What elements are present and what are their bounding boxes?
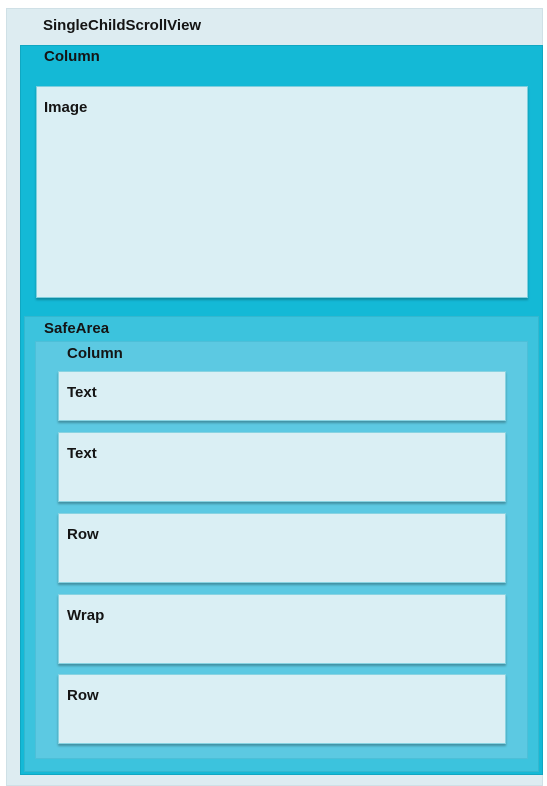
child-widget-label: Row [67,526,99,543]
child-widget-box [58,513,506,583]
single-child-scroll-view-label: SingleChildScrollView [43,17,202,34]
child-widget-box [58,674,506,744]
child-widget-box [58,594,506,664]
child-widget-box [58,371,506,421]
outer-column-label: Column [44,48,100,65]
child-widget-box [58,432,506,502]
child-widget-label: Row [67,687,99,704]
child-widget-label: Text [67,445,97,462]
image-box [36,86,528,298]
safe-area-label: SafeArea [44,320,110,337]
inner-column-label: Column [67,345,123,362]
child-widget-label: Wrap [67,607,105,624]
child-widget-label: Text [67,384,97,401]
image-label: Image [44,99,88,116]
